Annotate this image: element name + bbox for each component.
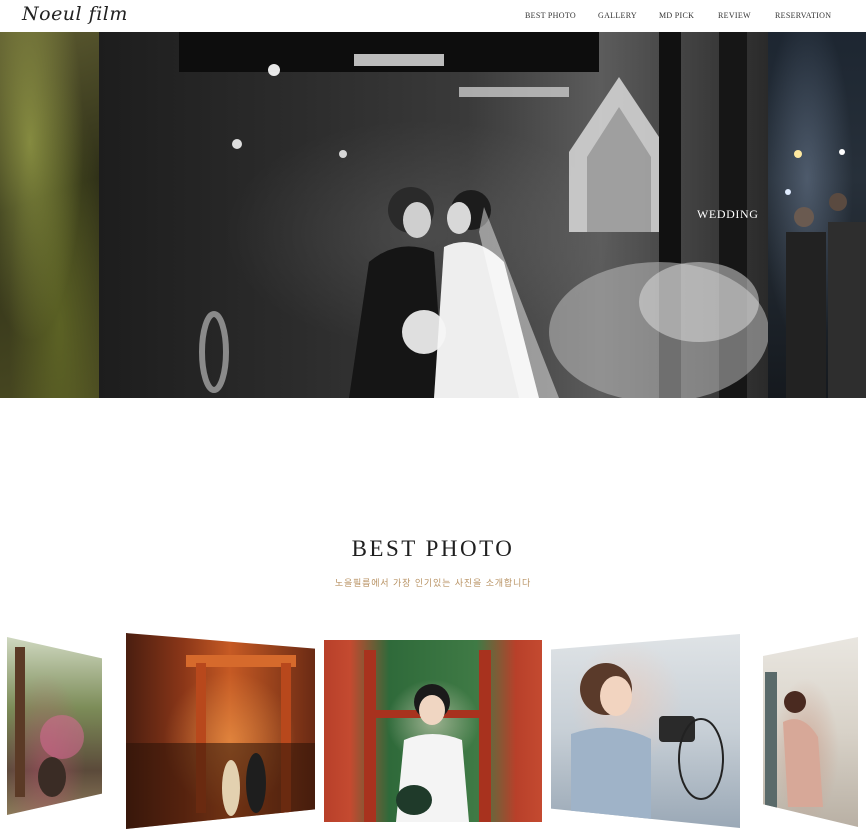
site-header: Noeul film BEST PHOTO GALLERY MD PICK RE…	[0, 0, 866, 32]
phone-light	[839, 149, 845, 155]
nav-item-review[interactable]: REVIEW	[718, 11, 751, 20]
guest-body-shape	[828, 222, 866, 398]
bride-face-shape	[447, 202, 471, 234]
flower-arrangement-shape	[639, 262, 759, 342]
phone-light	[794, 150, 802, 158]
hero-caption: WEDDING	[697, 207, 759, 221]
ground-shadow-shape	[126, 743, 315, 829]
photo-card-window-portrait[interactable]	[324, 640, 542, 822]
ceiling-light	[232, 139, 242, 149]
ceiling-light	[339, 150, 347, 158]
section-subtitle: 노을필름에서 가장 인기있는 사진을 소개합니다	[334, 579, 532, 589]
person-shape	[222, 760, 240, 816]
guest-head-shape	[794, 207, 814, 227]
photo-card-torii-gates[interactable]	[126, 633, 315, 829]
main-nav: BEST PHOTO GALLERY MD PICK REVIEW RESERV…	[0, 11, 866, 23]
phone-light	[785, 189, 791, 195]
door-shape	[765, 672, 777, 822]
section-title: BEST PHOTO	[351, 536, 515, 561]
park-photo-illustration	[15, 647, 84, 797]
person-shape	[38, 757, 66, 797]
portrait-hair-shape	[784, 691, 806, 713]
hero-slide-previous[interactable]	[0, 32, 99, 398]
nav-item-reservation[interactable]: RESERVATION	[775, 11, 831, 20]
groom-face-shape	[403, 202, 431, 238]
hero-slider[interactable]: WEDDING	[0, 32, 866, 398]
photo-card-park[interactable]	[7, 637, 102, 815]
bouquet-shape	[402, 310, 446, 354]
photo-card-camera-portrait[interactable]	[551, 634, 740, 828]
hero-slide-next[interactable]	[768, 32, 866, 398]
bag-shape	[396, 785, 432, 815]
window-frame-shape	[479, 650, 491, 822]
nav-item-md-pick[interactable]: MD PICK	[659, 11, 694, 20]
chandelier-shape	[459, 87, 569, 97]
person-shape	[246, 753, 266, 813]
portrait-face-shape	[419, 695, 445, 725]
guest-body-shape	[786, 232, 826, 398]
guest-head-shape	[829, 193, 847, 211]
photo-card-room-portrait[interactable]	[763, 637, 858, 827]
nav-item-best-photo[interactable]: BEST PHOTO	[525, 11, 576, 20]
ceiling-light	[268, 64, 280, 76]
chandelier-shape	[354, 54, 444, 66]
hero-slide-wedding-photo[interactable]	[99, 32, 768, 398]
window-frame-shape	[364, 650, 376, 822]
blossom-shape	[40, 715, 84, 759]
portrait-shirt-shape	[571, 727, 651, 828]
room-photo-illustration	[765, 672, 823, 822]
camera-strap-shape	[678, 718, 724, 800]
nav-item-gallery[interactable]: GALLERY	[598, 11, 637, 20]
torii-photo-illustration	[126, 655, 315, 829]
camera-photo-illustration	[571, 663, 724, 828]
tree-trunk-shape	[15, 647, 25, 797]
portrait-photo-illustration	[364, 650, 491, 822]
portrait-dress-shape	[783, 719, 823, 807]
portrait-face-shape	[600, 676, 632, 716]
camera-shape	[659, 716, 695, 742]
wedding-photo-illustration	[179, 32, 768, 398]
ring-decoration-shape	[199, 311, 229, 393]
crowd-illustration	[785, 149, 866, 398]
